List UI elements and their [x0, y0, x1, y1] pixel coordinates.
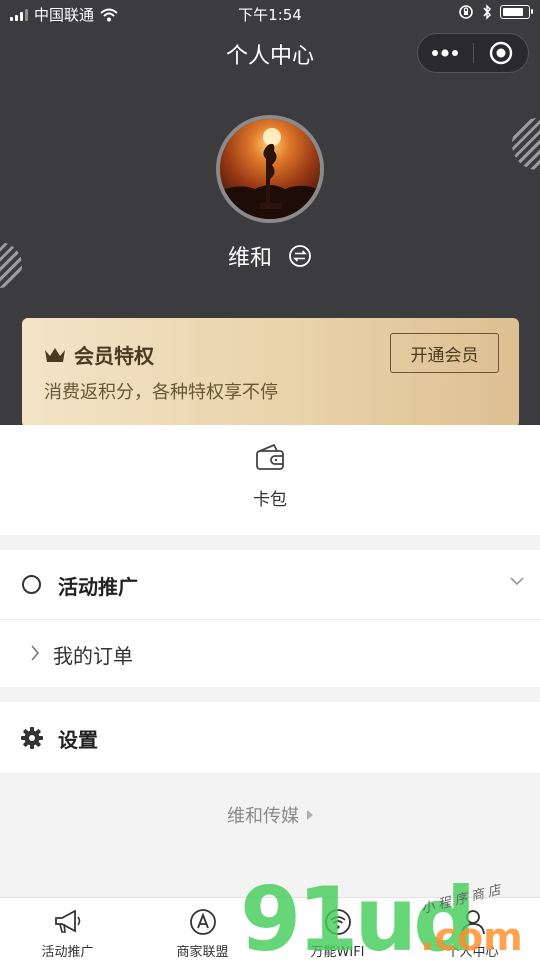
mini-program-capsule [417, 33, 529, 73]
tab-wifi[interactable]: 万能WIFI [270, 898, 405, 960]
crown-icon [45, 347, 65, 362]
more-dots-icon [432, 49, 459, 57]
open-membership-button[interactable]: 开通会员 [390, 333, 499, 373]
chevron-right-icon [31, 645, 40, 661]
target-icon [489, 41, 512, 65]
menu-item-activity-label: 活动推广 [58, 575, 138, 599]
circle-icon [22, 575, 41, 594]
tab-profile[interactable]: 个人中心 [405, 898, 540, 960]
username-row: 维和 [0, 240, 540, 272]
wallet-entry[interactable]: 卡包 [0, 443, 540, 510]
bluetooth-icon [483, 4, 492, 20]
triangle-right-icon [307, 810, 313, 820]
wallet-icon [256, 443, 284, 470]
tab-profile-label: 个人中心 [446, 945, 499, 960]
tab-activity-label: 活动推广 [41, 945, 94, 960]
avatar-image [220, 119, 320, 219]
rotation-lock-icon [459, 5, 473, 19]
menu-item-orders[interactable]: 我的订单 [0, 620, 540, 687]
wallet-section: 卡包 [0, 425, 540, 535]
brand-label: 维和传媒 [227, 806, 299, 827]
brand-link[interactable]: 维和传媒 [0, 802, 540, 828]
tab-merchants[interactable]: 商家联盟 [135, 898, 270, 960]
tab-wifi-label: 万能WIFI [310, 945, 365, 960]
member-title: 会员特权 [44, 340, 154, 369]
tab-merchants-label: 商家联盟 [176, 945, 229, 960]
menu-item-settings[interactable]: 设置 [0, 702, 540, 773]
close-mini-program-button[interactable] [473, 34, 528, 72]
tab-activity[interactable]: 活动推广 [0, 898, 135, 960]
member-card: 会员特权 消费返积分，各种特权享不停 开通会员 [22, 318, 519, 425]
chevron-down-icon [510, 577, 524, 586]
wifi-icon [324, 909, 351, 935]
person-icon [460, 910, 485, 935]
member-title-label: 会员特权 [74, 344, 154, 368]
decorative-circle [512, 118, 540, 170]
profile-header: 中国联通 下午1:54 个人中心 维和 会员特权 消费返积分，各种特权享不停 开… [0, 0, 540, 425]
megaphone-icon [54, 909, 80, 933]
wallet-label: 卡包 [253, 490, 287, 510]
menu-item-orders-label: 我的订单 [53, 644, 133, 668]
tab-bar: 活动推广 商家联盟 万能WIFI 个人中心 [0, 897, 540, 960]
avatar[interactable] [216, 115, 324, 223]
battery-icon [500, 5, 533, 19]
gear-icon [21, 727, 43, 749]
menu-item-settings-label: 设置 [58, 728, 98, 752]
switch-icon[interactable] [288, 244, 312, 268]
status-bar: 中国联通 下午1:54 [0, 0, 540, 28]
more-button[interactable] [418, 34, 473, 72]
member-description: 消费返积分，各种特权享不停 [44, 382, 278, 403]
username: 维和 [227, 246, 272, 271]
status-right [458, 4, 533, 20]
menu-item-activity[interactable]: 活动推广 [0, 550, 540, 620]
circle-a-icon [189, 909, 216, 935]
menu-list: 活动推广 我的订单 [0, 550, 540, 687]
